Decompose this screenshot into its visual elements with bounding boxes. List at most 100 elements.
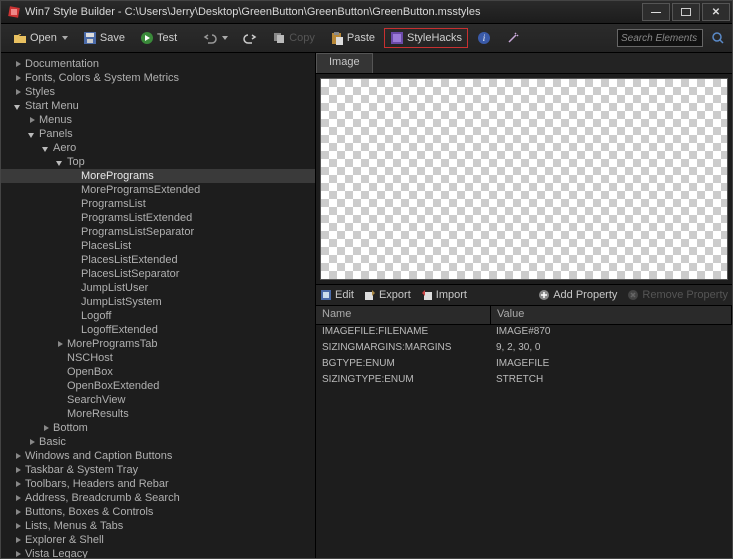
tree-node[interactable]: Styles [1,85,315,99]
tree-node[interactable]: MoreResults [1,407,315,421]
info-button[interactable]: i [471,28,497,48]
tree-label: PlacesListSeparator [81,268,179,280]
tree-node[interactable]: MorePrograms [1,169,315,183]
tree-label: Basic [39,436,66,448]
stylehacks-button[interactable]: StyleHacks [384,28,468,48]
tree-node[interactable]: Taskbar & System Tray [1,463,315,477]
tree-node[interactable]: MoreProgramsExtended [1,183,315,197]
info-icon: i [477,31,491,45]
tree-node[interactable]: Fonts, Colors & System Metrics [1,71,315,85]
close-button[interactable]: ✕ [702,3,730,21]
remove-property-button: Remove Property [627,289,728,301]
expander-icon[interactable] [13,535,23,545]
tree-node[interactable]: ProgramsListSeparator [1,225,315,239]
expander-icon[interactable] [27,437,37,447]
tree-node[interactable]: Documentation [1,57,315,71]
expander-icon[interactable] [13,451,23,461]
expander-icon[interactable] [13,101,23,111]
nav-tree[interactable]: DocumentationFonts, Colors & System Metr… [1,53,316,558]
property-row[interactable]: BGTYPE:ENUMIMAGEFILE [316,357,732,373]
col-name[interactable]: Name [316,306,491,324]
stylehacks-label: StyleHacks [407,32,462,44]
paste-button[interactable]: Paste [324,28,381,48]
main-toolbar: Open Save Test Copy Paste StyleHacks i S… [1,24,732,53]
expander-icon[interactable] [13,59,23,69]
tree-node[interactable]: Explorer & Shell [1,533,315,547]
expander-icon[interactable] [27,129,37,139]
tree-node[interactable]: Menus [1,113,315,127]
expander-icon[interactable] [55,339,65,349]
tree-node[interactable]: Basic [1,435,315,449]
folder-open-icon [13,31,27,45]
tab-image[interactable]: Image [316,53,373,73]
open-button[interactable]: Open [7,28,74,48]
tree-node[interactable]: Toolbars, Headers and Rebar [1,477,315,491]
tree-node[interactable]: PlacesListExtended [1,253,315,267]
expander-icon[interactable] [41,423,51,433]
image-preview[interactable] [320,78,728,280]
prop-name: SIZINGMARGINS:MARGINS [316,341,490,357]
edit-icon [320,289,332,301]
col-value[interactable]: Value [491,306,732,324]
expander-icon[interactable] [13,479,23,489]
tree-node[interactable]: ProgramsList [1,197,315,211]
expander-spacer [69,171,79,181]
tree-node[interactable]: Lists, Menus & Tabs [1,519,315,533]
export-label: Export [379,289,411,301]
tree-node[interactable]: JumpListUser [1,281,315,295]
search-input[interactable]: Search Elements [617,29,703,47]
redo-button[interactable] [237,28,263,48]
copy-button[interactable]: Copy [266,28,321,48]
expander-icon[interactable] [55,157,65,167]
tree-node[interactable]: SearchView [1,393,315,407]
tree-node[interactable]: Logoff [1,309,315,323]
tree-label: MoreProgramsExtended [81,184,200,196]
test-button[interactable]: Test [134,28,183,48]
expander-icon[interactable] [13,87,23,97]
tree-node[interactable]: Aero [1,141,315,155]
stylehacks-icon [390,31,404,45]
titlebar[interactable]: Win7 Style Builder - C:\Users\Jerry\Desk… [1,1,732,24]
tree-node[interactable]: MoreProgramsTab [1,337,315,351]
tree-node[interactable]: OpenBox [1,365,315,379]
edit-button[interactable]: Edit [320,289,354,301]
maximize-button[interactable] [672,3,700,21]
tree-node[interactable]: Vista Legacy [1,547,315,558]
tree-node[interactable]: Address, Breadcrumb & Search [1,491,315,505]
import-button[interactable]: Import [421,289,467,301]
property-row[interactable]: IMAGEFILE:FILENAMEIMAGE#870 [316,325,732,341]
minimize-button[interactable]: — [642,3,670,21]
tree-node[interactable]: JumpListSystem [1,295,315,309]
expander-icon[interactable] [13,493,23,503]
expander-icon[interactable] [13,549,23,558]
tree-node[interactable]: NSCHost [1,351,315,365]
save-button[interactable]: Save [77,28,131,48]
tree-node[interactable]: Buttons, Boxes & Controls [1,505,315,519]
expander-icon[interactable] [41,143,51,153]
expander-icon[interactable] [13,507,23,517]
tree-node[interactable]: Top [1,155,315,169]
tree-label: ProgramsList [81,198,146,210]
undo-button[interactable] [197,28,234,48]
tree-node[interactable]: ProgramsListExtended [1,211,315,225]
tree-node[interactable]: OpenBoxExtended [1,379,315,393]
property-row[interactable]: SIZINGMARGINS:MARGINS9, 2, 30, 0 [316,341,732,357]
tree-node[interactable]: Panels [1,127,315,141]
add-icon [538,289,550,301]
tree-node[interactable]: Start Menu [1,99,315,113]
tree-node[interactable]: LogoffExtended [1,323,315,337]
tree-node[interactable]: Windows and Caption Buttons [1,449,315,463]
property-row[interactable]: SIZINGTYPE:ENUMSTRETCH [316,373,732,389]
wand-button[interactable] [500,28,526,48]
expander-icon[interactable] [27,115,37,125]
add-property-button[interactable]: Add Property [538,289,617,301]
expander-icon[interactable] [13,521,23,531]
tree-node[interactable]: PlacesList [1,239,315,253]
tree-node[interactable]: PlacesListSeparator [1,267,315,281]
search-button[interactable] [710,30,726,46]
expander-icon[interactable] [13,465,23,475]
tree-node[interactable]: Bottom [1,421,315,435]
test-label: Test [157,32,177,44]
expander-icon[interactable] [13,73,23,83]
export-button[interactable]: Export [364,289,411,301]
